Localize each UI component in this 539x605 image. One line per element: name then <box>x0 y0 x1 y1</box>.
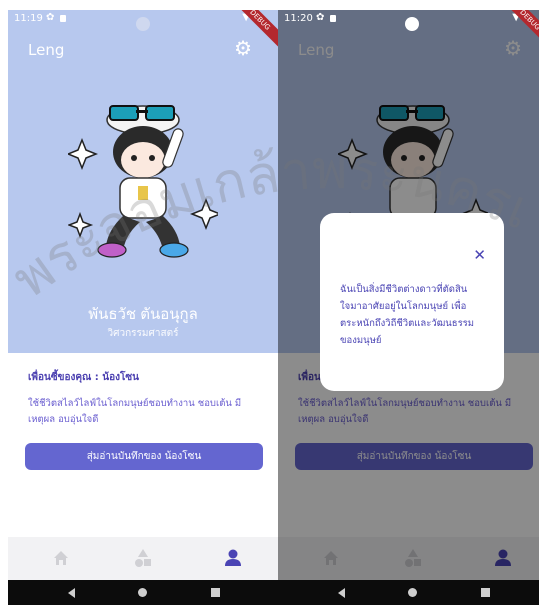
recent-apps-icon[interactable] <box>211 588 220 597</box>
close-icon[interactable]: ✕ <box>473 246 486 264</box>
recent-apps-icon[interactable] <box>481 588 490 597</box>
android-navigation-bar <box>8 580 278 605</box>
profile-faculty: วิศวกรรมศาสตร์ <box>107 328 179 339</box>
phone-screen-left: 11:19 ✿ ▼ DEBUG Leng ⚙ พันธวัช ตันอนุกูล… <box>8 10 278 605</box>
profile-name: พันธวัช ตันอนุกูล <box>88 306 198 323</box>
back-icon[interactable] <box>68 588 75 598</box>
character-info-dialog: ✕ ฉันเป็นสิ่งมีชีวิตต่างดาวที่ตัดสินใจมา… <box>320 213 504 391</box>
best-friend-name: น้องโซน <box>102 372 140 383</box>
best-friend-label: เพื่อนซี้ของคุณ : <box>28 372 103 383</box>
home-circle-icon[interactable] <box>138 588 147 597</box>
app-title: Leng <box>28 41 65 59</box>
phone-screen-right: 11:20 ✿ ▼ DEBUG Leng ⚙ เ <box>278 10 539 605</box>
best-friend-heading: เพื่อนซี้ของคุณ : น้องโซน <box>28 370 139 385</box>
status-gear-icon: ✿ <box>46 12 55 23</box>
home-circle-icon[interactable] <box>408 588 417 597</box>
status-gear-icon: ✿ <box>316 12 325 23</box>
gear-icon[interactable]: ⚙ <box>234 36 252 60</box>
camera-cutout <box>405 17 419 31</box>
status-notification-icon <box>60 15 66 22</box>
back-icon[interactable] <box>338 588 345 598</box>
profile-icon[interactable] <box>218 546 248 570</box>
bottom-navigation <box>8 537 278 580</box>
status-time: 11:20 <box>284 13 313 24</box>
shapes-icon[interactable] <box>128 546 158 570</box>
character-avatar <box>68 105 218 258</box>
status-notification-icon <box>330 15 336 22</box>
profile-header: 11:19 ✿ ▼ DEBUG Leng ⚙ พันธวัช ตันอนุกูล… <box>8 10 278 353</box>
android-navigation-bar <box>278 580 539 605</box>
random-diary-button[interactable]: สุ่มอ่านบันทึกของ น้องโซน <box>25 443 263 470</box>
best-friend-description: ใช้ชีวิตสไลว์ไลฟ์ในโลกมนุษย์ชอบทำงาน ชอบ… <box>28 398 242 425</box>
dialog-text: ฉันเป็นสิ่งมีชีวิตต่างดาวที่ตัดสินใจมาอา… <box>340 284 475 346</box>
status-time: 11:19 <box>14 13 43 24</box>
camera-cutout <box>136 17 150 31</box>
home-icon[interactable] <box>46 546 76 570</box>
